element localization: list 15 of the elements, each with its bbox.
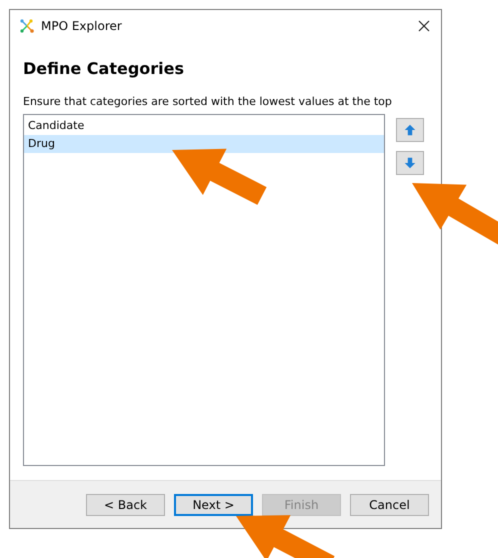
close-icon[interactable] (418, 20, 430, 32)
wizard-button[interactable]: Next > (174, 494, 253, 516)
list-item[interactable]: Drug (24, 135, 384, 153)
instruction-text: Ensure that categories are sorted with the lowest values at the top (23, 95, 393, 110)
wizard-button[interactable]: Cancel (350, 494, 429, 516)
move-down-button[interactable] (396, 151, 424, 175)
up-arrow-icon (403, 123, 417, 137)
page-heading: Define Categories (23, 59, 186, 80)
move-up-button[interactable] (396, 118, 424, 142)
category-list[interactable]: Candidate Drug (23, 114, 385, 466)
wizard-button[interactable]: < Back (86, 494, 165, 516)
app-logo-icon (19, 18, 35, 34)
list-item[interactable]: Candidate (24, 117, 384, 135)
down-arrow-icon (403, 156, 417, 170)
window-title: MPO Explorer (41, 19, 123, 33)
